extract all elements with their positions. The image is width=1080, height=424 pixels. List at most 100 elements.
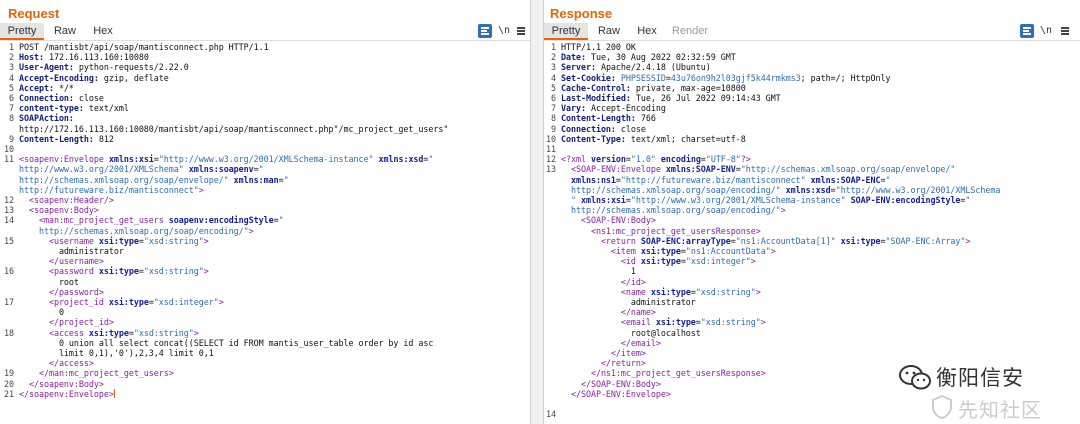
line-text: <item xsi:type="ns1:AccountData"> xyxy=(561,246,776,256)
code-line: </access> xyxy=(0,358,94,368)
tab-render[interactable]: Render xyxy=(668,23,712,40)
code-line: http://www.w3.org/2001/XMLSchema" xmlns:… xyxy=(0,164,264,174)
toolbar-divider xyxy=(0,40,530,41)
watermark: 衡阳信安 先知社区 xyxy=(896,360,1076,424)
code-token: xsi:type xyxy=(640,246,681,256)
menu-icon[interactable] xyxy=(1058,24,1072,38)
line-text: </access> xyxy=(19,358,94,368)
code-token: > xyxy=(203,266,209,277)
code-token: "xsd:string" xyxy=(143,266,204,277)
line-number: 13 xyxy=(546,164,556,175)
panel-splitter[interactable] xyxy=(530,0,544,424)
tab-hex[interactable]: Hex xyxy=(632,23,662,40)
tab-raw[interactable]: Raw xyxy=(48,23,82,40)
line-number: 9 xyxy=(9,133,14,144)
code-token: 172.16.113.160:10080 xyxy=(43,52,149,63)
code-token: "1.0" xyxy=(630,154,656,165)
pretty-format-icon[interactable] xyxy=(478,24,492,38)
code-token: </ns1:mc_project_get_usersResponse> xyxy=(590,368,766,379)
code-line: 3 User-Agent: python-requests/2.22.0 xyxy=(0,62,189,72)
line-text: </project_id> xyxy=(19,317,114,327)
line-text: Cache-Control: private, max-age=10800 xyxy=(561,83,746,93)
newline-toggle-icon[interactable]: \n xyxy=(1039,24,1053,38)
code-token: </email> xyxy=(620,337,661,348)
code-line: 9 Content-Length: 812 xyxy=(0,134,114,144)
menu-icon[interactable] xyxy=(514,24,528,38)
line-text: Accept: */* xyxy=(19,83,74,93)
code-token: <soapenv:Body> xyxy=(28,205,99,216)
line-text: http://schemas.xmlsoap.org/soap/envelope… xyxy=(19,175,289,185)
response-title: Response xyxy=(550,6,613,21)
code-line: 5 Cache-Control: private, max-age=10800 xyxy=(544,83,746,93)
line-text: Last-Modified: Tue, 26 Jul 2022 09:14:43… xyxy=(561,93,781,103)
code-token: <email xyxy=(620,317,651,328)
line-text: </password> xyxy=(19,287,104,297)
code-line: </username> xyxy=(0,256,104,266)
line-number: 2 xyxy=(9,52,14,63)
line-text: http://schemas.xmlsoap.org/soap/encoding… xyxy=(561,205,786,215)
code-token: Apache/2.4.18 (Ubuntu) xyxy=(595,62,711,73)
code-token: administrator xyxy=(561,297,696,307)
tab-pretty[interactable]: Pretty xyxy=(0,23,44,40)
code-token: Content-Type: xyxy=(561,133,626,144)
code-line: </name> xyxy=(544,307,656,317)
code-line: <return SOAP-ENC:arrayType="ns1:AccountD… xyxy=(544,235,971,246)
code-line: 20 </soapenv:Body> xyxy=(0,379,104,389)
line-number: 13 xyxy=(4,205,14,216)
line-text: <name xsi:type="xsd:string"> xyxy=(561,287,761,297)
tab-raw[interactable]: Raw xyxy=(592,23,626,40)
line-text: </soapenv:Body> xyxy=(19,379,104,389)
code-line: 5 Accept: */* xyxy=(0,83,74,93)
code-token: xmlns:xsd xyxy=(378,154,424,165)
line-text: administrator xyxy=(561,297,696,307)
code-line: 4 Accept-Encoding: gzip, deflate xyxy=(0,73,169,83)
watermark-shield-icon xyxy=(932,394,952,420)
code-token: </name> xyxy=(620,307,656,318)
code-line: limit 0,1),'0'),2,3,4 limit 0,1 xyxy=(0,348,214,358)
tab-pretty[interactable]: Pretty xyxy=(544,23,588,40)
line-text: <man:mc_project_get_users soapenv:encodi… xyxy=(19,215,284,225)
code-line: http://172.16.113.160:10080/mantisbt/api… xyxy=(0,124,448,134)
line-number: 1 xyxy=(9,42,14,52)
code-token: http://172.16.113.160:10080/mantisbt/api… xyxy=(19,123,449,134)
line-text: http://schemas.xmlsoap.org/soap/encoding… xyxy=(19,226,254,236)
code-token: <name xyxy=(620,286,646,297)
line-text: </username> xyxy=(19,256,104,266)
code-token: xsi:type xyxy=(840,235,881,246)
code-token: ; path=/; HttpOnly xyxy=(800,72,891,83)
code-token: > xyxy=(248,225,254,236)
code-token: "http://www.w3.org/2001/XMLSchema xyxy=(835,184,1001,195)
line-number: 16 xyxy=(4,266,14,277)
line-text: HTTP/1.1 200 OK xyxy=(561,42,636,52)
code-token: User-Agent: xyxy=(19,62,74,73)
line-text: Accept-Encoding: gzip, deflate xyxy=(19,73,169,83)
line-number: 10 xyxy=(4,144,14,154)
code-token: > xyxy=(193,327,199,338)
pretty-format-icon[interactable] xyxy=(1020,24,1034,38)
code-token: </password> xyxy=(48,286,104,297)
line-number: 3 xyxy=(551,62,556,73)
tab-hex[interactable]: Hex xyxy=(88,23,118,40)
code-token: <soapenv:Envelope xyxy=(19,154,104,165)
code-token: </username> xyxy=(48,256,104,267)
code-token: > xyxy=(750,256,756,267)
code-token: limit 0,1),'0'),2,3,4 limit 0,1 xyxy=(19,348,214,358)
code-line: </item> xyxy=(544,348,646,358)
line-text: Connection: close xyxy=(19,93,104,103)
code-token: xsi:type xyxy=(655,317,696,328)
code-line: 12 <?xml version="1.0" encoding="UTF-8"?> xyxy=(544,154,751,164)
line-number: 6 xyxy=(551,93,556,103)
code-token: SOAP-ENC:arrayType xyxy=(640,235,731,246)
code-line: http://schemas.xmlsoap.org/soap/encoding… xyxy=(0,226,254,236)
line-text: <username xsi:type="xsd:string"> xyxy=(19,236,209,246)
newline-toggle-icon[interactable]: \n xyxy=(497,24,511,38)
code-token: Tue, 26 Jul 2022 09:14:43 GMT xyxy=(630,93,781,103)
code-line: 7 content-type: text/xml xyxy=(0,103,129,113)
